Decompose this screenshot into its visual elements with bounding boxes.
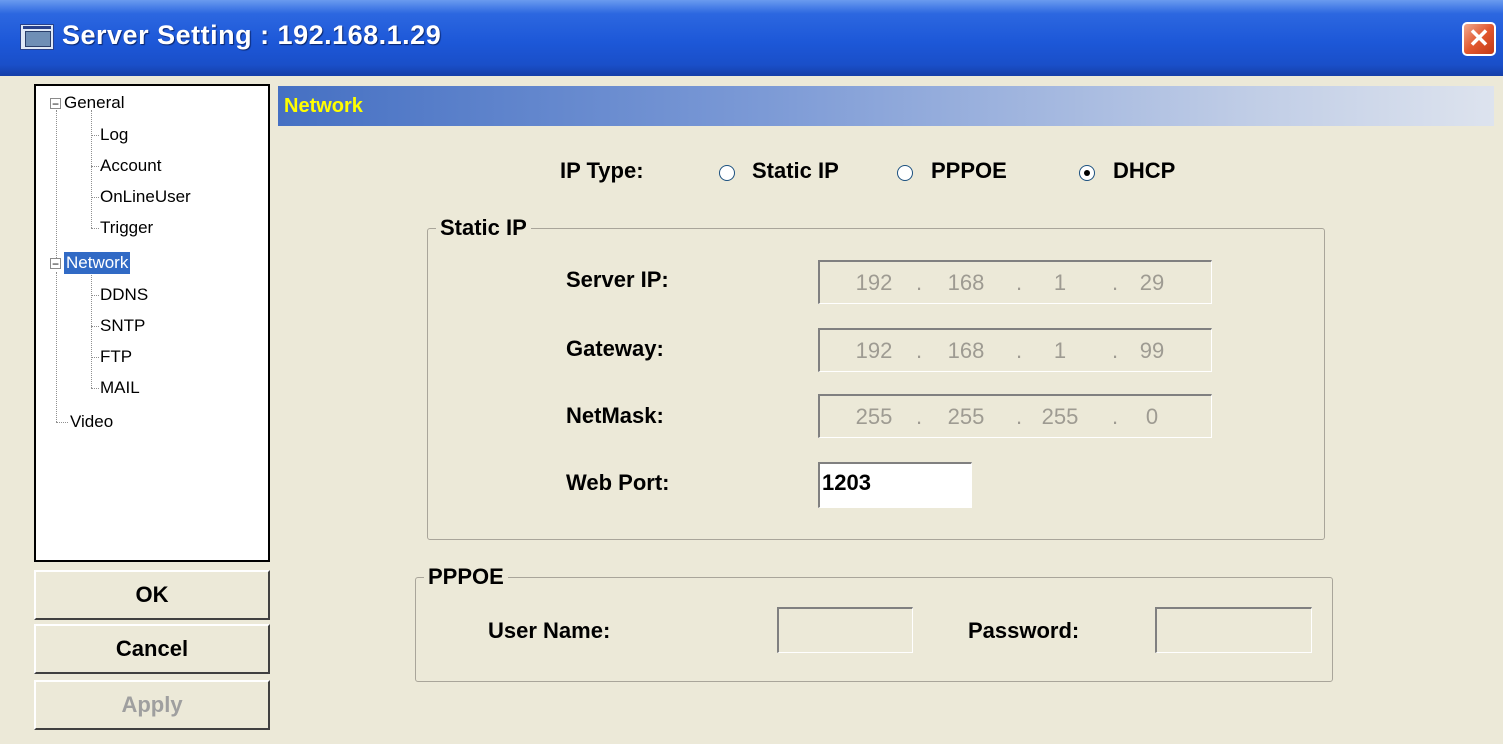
static-ip-group-legend: Static IP xyxy=(436,215,531,241)
tree-item-network[interactable]: Network xyxy=(64,252,131,274)
netmask-octet-1: 255 xyxy=(855,404,893,429)
password-label: Password: xyxy=(968,618,1080,643)
tree-item-sntp[interactable]: SNTP xyxy=(100,315,145,337)
server-ip-label: Server IP: xyxy=(566,267,669,292)
netmask-octet-4: 0 xyxy=(1145,404,1159,429)
radio-dhcp[interactable] xyxy=(1079,165,1095,181)
gateway-octet-2: 168 xyxy=(947,338,985,363)
netmask-octet-3: 255 xyxy=(1041,404,1079,429)
gateway-octet-3: 1 xyxy=(1053,338,1067,363)
pppoe-group-legend: PPPOE xyxy=(424,564,508,590)
radio-pppoe[interactable] xyxy=(897,165,913,181)
collapse-network-icon[interactable]: − xyxy=(50,258,61,270)
settings-tree[interactable]: − General Log Account OnLineUser Trigger… xyxy=(34,84,270,562)
radio-static-ip[interactable] xyxy=(719,165,735,181)
tree-item-account[interactable]: Account xyxy=(100,155,161,177)
section-header: Network xyxy=(278,86,1494,126)
gateway-label: Gateway: xyxy=(566,336,664,361)
collapse-general-icon[interactable]: − xyxy=(50,98,61,110)
server-setting-window: Server Setting : 192.168.1.29 ✕ − Genera… xyxy=(0,0,1503,744)
tree-item-general[interactable]: General xyxy=(64,92,124,114)
netmask-label: NetMask: xyxy=(566,403,664,428)
ip-type-label: IP Type: xyxy=(560,158,644,183)
gateway-octet-4: 99 xyxy=(1139,338,1165,363)
apply-button[interactable]: Apply xyxy=(34,680,270,730)
tree-item-ftp[interactable]: FTP xyxy=(100,346,132,368)
dhcp-option-label[interactable]: DHCP xyxy=(1113,158,1175,184)
password-input[interactable] xyxy=(1155,607,1312,653)
username-input[interactable] xyxy=(777,607,913,653)
app-icon xyxy=(20,24,54,50)
gateway-input[interactable]: 192 . 168 . 1 . 99 xyxy=(818,328,1212,372)
server-ip-octet-1: 192 xyxy=(855,270,893,295)
ok-button[interactable]: OK xyxy=(34,570,270,620)
web-port-input[interactable]: 1203 xyxy=(818,462,972,508)
username-label: User Name: xyxy=(488,618,611,643)
tree-item-mail[interactable]: MAIL xyxy=(100,377,140,399)
tree-item-trigger[interactable]: Trigger xyxy=(100,217,153,239)
gateway-octet-1: 192 xyxy=(855,338,893,363)
close-icon: ✕ xyxy=(1468,23,1490,53)
netmask-input[interactable]: 255 . 255 . 255 . 0 xyxy=(818,394,1212,438)
server-ip-input[interactable]: 192 . 168 . 1 . 29 xyxy=(818,260,1212,304)
tree-item-ddns[interactable]: DDNS xyxy=(100,284,148,306)
tree-item-log[interactable]: Log xyxy=(100,124,128,146)
tree-item-onlineuser[interactable]: OnLineUser xyxy=(100,186,191,208)
window-title: Server Setting : 192.168.1.29 xyxy=(62,20,442,50)
server-ip-octet-3: 1 xyxy=(1053,270,1067,295)
static-ip-option-label[interactable]: Static IP xyxy=(752,158,839,184)
server-ip-octet-4: 29 xyxy=(1139,270,1165,295)
tree-item-video[interactable]: Video xyxy=(70,411,113,433)
server-ip-octet-2: 168 xyxy=(947,270,985,295)
cancel-button[interactable]: Cancel xyxy=(34,624,270,674)
pppoe-option-label[interactable]: PPPOE xyxy=(931,158,1007,184)
close-button[interactable]: ✕ xyxy=(1462,22,1496,56)
netmask-octet-2: 255 xyxy=(947,404,985,429)
web-port-label: Web Port: xyxy=(566,470,670,495)
title-bar[interactable]: Server Setting : 192.168.1.29 ✕ xyxy=(0,0,1503,76)
